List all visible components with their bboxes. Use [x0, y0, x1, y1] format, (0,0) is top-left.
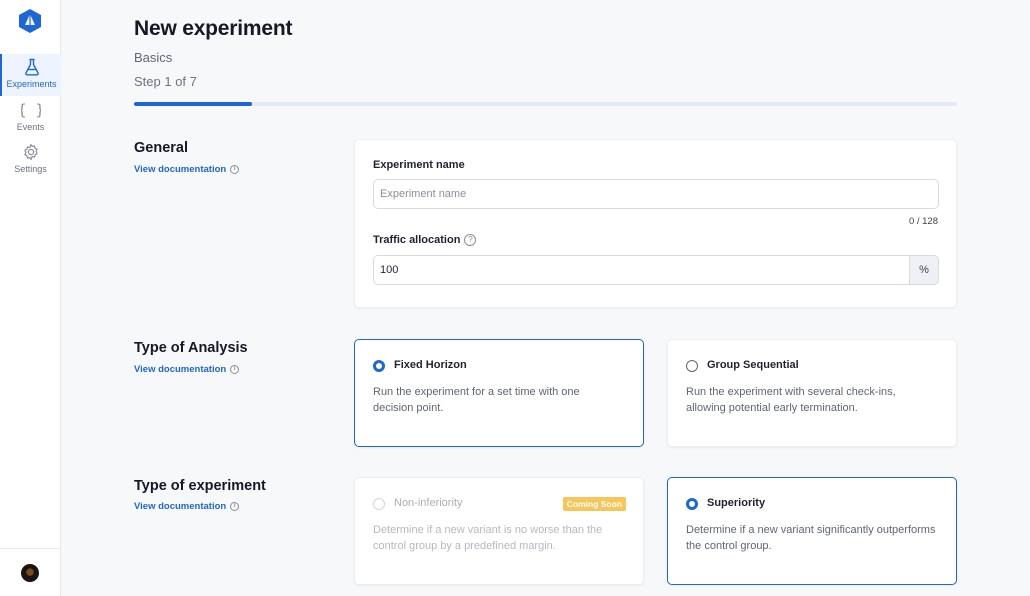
avatar[interactable]: [21, 564, 39, 582]
traffic-allocation-label: Traffic allocation ?: [373, 234, 477, 246]
sidebar: Experiments { } Events Settings: [0, 0, 61, 596]
option-fixed-horizon[interactable]: Fixed Horizon Run the experiment for a s…: [354, 339, 644, 447]
radio-selected[interactable]: [686, 498, 698, 510]
radio-unselected[interactable]: [686, 360, 698, 372]
traffic-allocation-label-text: Traffic allocation: [373, 234, 461, 246]
braces-icon: { }: [0, 101, 61, 121]
option-title: Group Sequential: [707, 359, 799, 371]
gear-icon: [0, 143, 61, 163]
step-indicator: Step 1 of 7: [134, 74, 197, 89]
percent-unit: %: [909, 256, 938, 284]
app-logo-icon[interactable]: [19, 9, 41, 33]
sidebar-item-settings[interactable]: Settings: [0, 139, 61, 181]
experiment-name-label: Experiment name: [373, 159, 465, 171]
info-icon: i: [230, 365, 240, 374]
radio-disabled: [373, 498, 385, 510]
view-documentation-link[interactable]: View documentation i: [134, 501, 240, 512]
general-card: Experiment name 0 / 128 Traffic allocati…: [354, 139, 957, 308]
svg-text:{ }: { }: [21, 101, 41, 119]
option-description: Run the experiment with several check-in…: [686, 386, 896, 414]
doc-link-label: View documentation: [134, 364, 227, 375]
traffic-allocation-input[interactable]: [374, 256, 909, 284]
traffic-allocation-field: %: [373, 255, 939, 285]
option-description: Determine if a new variant significantly…: [686, 524, 936, 552]
doc-link-label: View documentation: [134, 164, 227, 175]
view-documentation-link[interactable]: View documentation i: [134, 164, 240, 175]
experiment-name-input[interactable]: [373, 179, 939, 209]
doc-link-label: View documentation: [134, 501, 227, 512]
option-description: Run the experiment for a set time with o…: [373, 386, 580, 414]
sidebar-item-label: Settings: [14, 164, 47, 174]
progress-bar: [134, 102, 957, 106]
experiment-name-label-text: Experiment name: [373, 159, 465, 171]
section-title-general: General: [134, 140, 188, 156]
section-title-analysis: Type of Analysis: [134, 340, 248, 356]
info-icon: i: [230, 502, 240, 511]
sidebar-footer: [0, 548, 61, 596]
step-name: Basics: [134, 50, 173, 65]
option-description: Determine if a new variant is no worse t…: [373, 524, 603, 552]
help-icon[interactable]: ?: [464, 234, 477, 246]
main-content: New experiment Basics Step 1 of 7 Genera…: [61, 0, 1030, 596]
view-documentation-link[interactable]: View documentation i: [134, 364, 240, 375]
sidebar-item-label: Events: [16, 122, 45, 132]
sidebar-item-label: Experiments: [6, 79, 57, 89]
radio-selected[interactable]: [373, 360, 385, 372]
char-count: 0 / 128: [908, 216, 938, 227]
info-icon: i: [230, 165, 240, 174]
page-title: New experiment: [134, 17, 293, 40]
option-group-sequential[interactable]: Group Sequential Run the experiment with…: [667, 339, 957, 447]
sidebar-item-events[interactable]: { } Events: [0, 97, 61, 139]
section-title-experiment-type: Type of experiment: [134, 478, 266, 494]
coming-soon-badge: Coming Soon: [562, 497, 626, 511]
option-non-inferiority: Non-inferiority Coming Soon Determine if…: [354, 477, 644, 585]
option-title: Non-inferiority: [394, 497, 463, 509]
option-superiority[interactable]: Superiority Determine if a new variant s…: [667, 477, 957, 585]
progress-bar-fill: [134, 102, 252, 106]
sidebar-item-experiments[interactable]: Experiments: [0, 54, 61, 96]
option-title: Superiority: [707, 497, 766, 509]
flask-icon: [2, 58, 61, 78]
option-title: Fixed Horizon: [394, 359, 467, 371]
